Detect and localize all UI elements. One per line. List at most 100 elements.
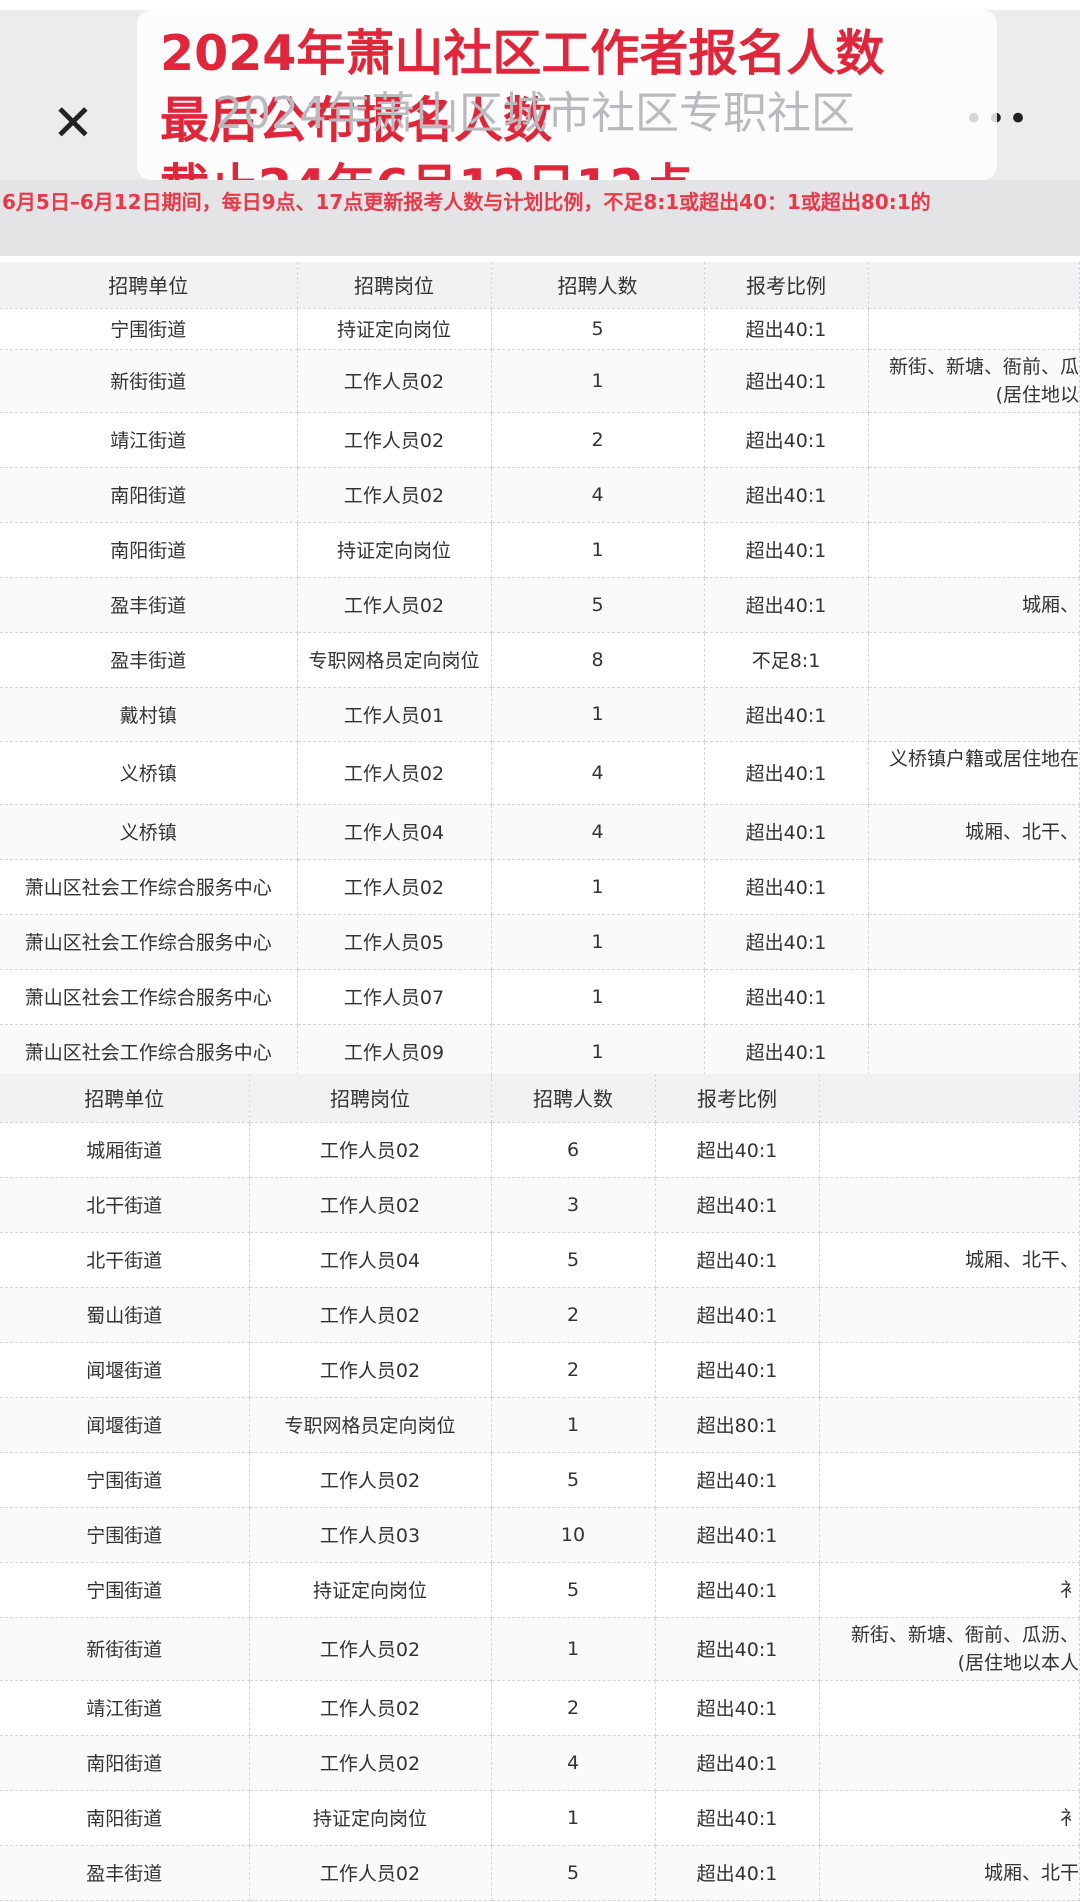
ratio-cell: 超出40:1: [655, 1122, 820, 1178]
ratio-cell: 超出40:1: [704, 687, 869, 742]
count-cell: 1: [491, 1397, 656, 1453]
post-cell: 工作人员01: [297, 687, 492, 742]
remarks-cell: 义桥镇户籍或居住地在: [868, 741, 1080, 805]
unit-cell: 宁围街道: [0, 1452, 250, 1508]
remarks-cell: [868, 632, 1080, 688]
unit-cell: 北干街道: [0, 1177, 250, 1233]
table-row: 宁围街道 持证定向岗位 5 超出40:1 衤: [0, 1562, 1080, 1618]
count-cell: 4: [491, 741, 705, 805]
post-cell: 工作人员02: [249, 1617, 492, 1681]
count-cell: 5: [491, 1562, 656, 1618]
ratio-cell: 超出40:1: [704, 741, 869, 805]
ratio-cell: 超出40:1: [655, 1287, 820, 1343]
count-cell: 1: [491, 969, 705, 1025]
table-row: 义桥镇 工作人员02 4 超出40:1 义桥镇户籍或居住地在: [0, 741, 1080, 805]
ratio-cell: 超出40:1: [704, 522, 869, 578]
ratio-cell: 超出40:1: [704, 804, 869, 860]
table-row: 盈丰街道 工作人员02 5 超出40:1 城厢、北干: [0, 1845, 1080, 1901]
recruitment-table-2: 招聘单位 招聘岗位 招聘人数 报考比例 城厢街道 工作人员02 6 超出40:1 北干街道 工作人…: [0, 1074, 1080, 1901]
unit-cell: 新街街道: [0, 349, 298, 413]
table-row: 南阳街道 工作人员02 4 超出40:1: [0, 1735, 1080, 1791]
notice-strip: 6月5日–6月12日期间，每日9点、17点更新报考人数与计划比例，不足8:1或超…: [0, 180, 1080, 256]
post-cell: 持证定向岗位: [249, 1790, 492, 1846]
ratio-cell: 超出40:1: [655, 1735, 820, 1791]
table-row: 南阳街道 持证定向岗位 1 超出40:1 衤: [0, 1790, 1080, 1846]
ratio-cell: 超出40:1: [704, 577, 869, 633]
unit-cell: 盈丰街道: [0, 577, 298, 633]
ratio-cell: 超出40:1: [655, 1177, 820, 1233]
table-row: 北干街道 工作人员04 5 超出40:1 城厢、北干、: [0, 1232, 1080, 1288]
post-cell: 专职网格员定向岗位: [249, 1397, 492, 1453]
remarks-cell: [868, 969, 1080, 1025]
table-row: 萧山区社会工作综合服务中心 工作人员07 1 超出40:1: [0, 969, 1080, 1025]
column-header: 招聘单位: [0, 1074, 250, 1123]
unit-cell: 盈丰街道: [0, 632, 298, 688]
remarks-cell: 衤: [819, 1790, 1080, 1846]
post-cell: 工作人员03: [249, 1507, 492, 1563]
table-header-row: 招聘单位 招聘岗位 招聘人数 报考比例: [0, 1074, 1080, 1123]
remarks-cell: [868, 522, 1080, 578]
post-cell: 工作人员07: [297, 969, 492, 1025]
close-icon[interactable]: ✕: [52, 98, 94, 148]
column-header: [868, 262, 1080, 309]
ratio-cell: 超出40:1: [655, 1845, 820, 1901]
count-cell: 2: [491, 1342, 656, 1398]
unit-cell: 戴村镇: [0, 687, 298, 742]
post-cell: 工作人员02: [297, 577, 492, 633]
ratio-cell: 超出40:1: [704, 914, 869, 970]
post-cell: 工作人员02: [249, 1287, 492, 1343]
ratio-cell: 超出40:1: [704, 1024, 869, 1080]
remarks-cell: [868, 914, 1080, 970]
ratio-cell: 超出40:1: [704, 349, 869, 413]
post-cell: 持证定向岗位: [297, 308, 492, 350]
post-cell: 工作人员09: [297, 1024, 492, 1080]
column-header: 招聘人数: [491, 1074, 656, 1123]
post-cell: 工作人员02: [297, 741, 492, 805]
table-row: 萧山区社会工作综合服务中心 工作人员02 1 超出40:1: [0, 859, 1080, 915]
column-header: 报考比例: [704, 262, 869, 309]
unit-cell: 宁围街道: [0, 1507, 250, 1563]
count-cell: 1: [491, 859, 705, 915]
ratio-cell: 超出40:1: [655, 1507, 820, 1563]
column-header: 报考比例: [655, 1074, 820, 1123]
remarks-cell: [868, 859, 1080, 915]
unit-cell: 宁围街道: [0, 308, 298, 350]
table-row: 萧山区社会工作综合服务中心 工作人员05 1 超出40:1: [0, 914, 1080, 970]
count-cell: 3: [491, 1177, 656, 1233]
table-row: 盈丰街道 工作人员02 5 超出40:1 城厢、: [0, 577, 1080, 633]
unit-cell: 南阳街道: [0, 522, 298, 578]
count-cell: 2: [491, 1680, 656, 1736]
count-cell: 4: [491, 467, 705, 523]
unit-cell: 蜀山街道: [0, 1287, 250, 1343]
ratio-cell: 超出40:1: [704, 412, 869, 468]
unit-cell: 南阳街道: [0, 467, 298, 523]
table-row: 靖江街道 工作人员02 2 超出40:1: [0, 412, 1080, 468]
count-cell: 5: [491, 577, 705, 633]
post-cell: 工作人员04: [297, 804, 492, 860]
table-row: 义桥镇 工作人员04 4 超出40:1 城厢、北干、: [0, 804, 1080, 860]
remarks-cell: [819, 1452, 1080, 1508]
post-cell: 工作人员02: [249, 1342, 492, 1398]
remarks-cell: 城厢、: [868, 577, 1080, 633]
table-header-row: 招聘单位 招聘岗位 招聘人数 报考比例: [0, 262, 1080, 309]
post-cell: 工作人员04: [249, 1232, 492, 1288]
post-cell: 工作人员02: [297, 412, 492, 468]
column-header: 招聘岗位: [249, 1074, 492, 1123]
post-cell: 工作人员05: [297, 914, 492, 970]
notice-text: 6月5日–6月12日期间，每日9点、17点更新报考人数与计划比例，不足8:1或超…: [2, 190, 931, 214]
table-row: 城厢街道 工作人员02 6 超出40:1: [0, 1122, 1080, 1178]
post-cell: 工作人员02: [297, 467, 492, 523]
ratio-cell: 不足8:1: [704, 632, 869, 688]
count-cell: 1: [491, 687, 705, 742]
count-cell: 2: [491, 1287, 656, 1343]
unit-cell: 南阳街道: [0, 1790, 250, 1846]
table-row: 南阳街道 工作人员02 4 超出40:1: [0, 467, 1080, 523]
headline-line-1: 2024年萧山社区工作者报名人数: [160, 25, 885, 82]
unit-cell: 萧山区社会工作综合服务中心: [0, 969, 298, 1025]
remarks-cell: 城厢、北干、: [868, 804, 1080, 860]
ratio-cell: 超出40:1: [704, 859, 869, 915]
ratio-cell: 超出40:1: [655, 1680, 820, 1736]
ratio-cell: 超出40:1: [655, 1562, 820, 1618]
post-cell: 工作人员02: [249, 1735, 492, 1791]
post-cell: 工作人员02: [297, 859, 492, 915]
